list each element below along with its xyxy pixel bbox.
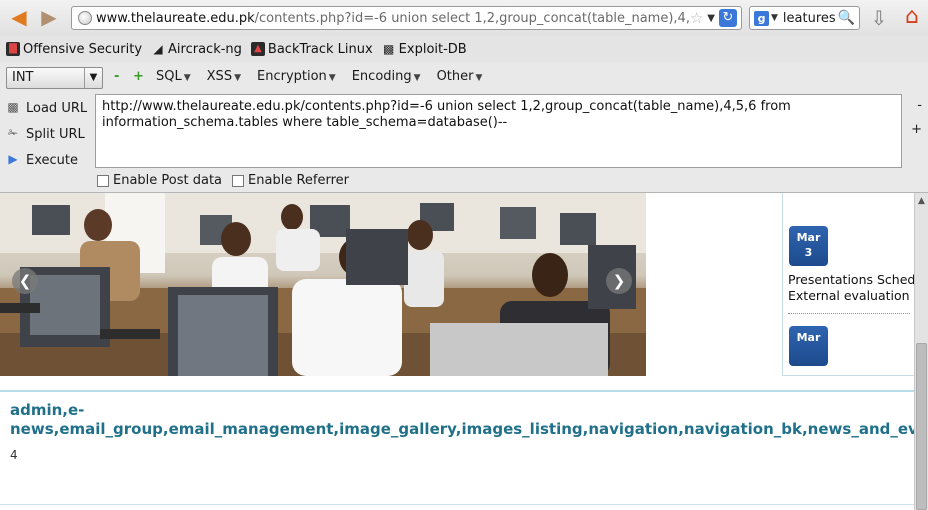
offsec-icon: ▇ [6, 42, 20, 56]
home-icon[interactable]: ⌂ [900, 5, 924, 29]
search-input[interactable]: leatures [783, 11, 838, 26]
back-arrow-icon[interactable]: ◀ [7, 6, 31, 28]
menu-caret-icon: ▼ [183, 73, 191, 83]
forward-arrow-icon[interactable]: ▶ [37, 6, 61, 28]
hackbar-actions: ▩ Load URL ✁ Split URL ▶ Execute [6, 95, 87, 173]
page-viewport: ❮ ❯ Mar 3 Presentations Schedu External … [0, 193, 914, 510]
expand-textarea-button[interactable]: + [911, 122, 922, 137]
injection-result-box: admin,e- news,email_group,email_manageme… [0, 390, 914, 510]
bookmark-aircrack-ng[interactable]: ◢ Aircrack-ng [151, 42, 242, 57]
vertical-scrollbar[interactable]: ▲ [914, 193, 928, 510]
scrollbar-thumb[interactable] [916, 343, 927, 510]
hackbar-menu: SQL ▼ XSS ▼ Encryption ▼ Encoding ▼ Other ▼ [156, 69, 482, 84]
checkbox-box[interactable] [97, 174, 109, 187]
decrement-button[interactable]: - [114, 69, 119, 84]
menu-caret-icon: ▼ [475, 73, 483, 83]
menu-sql[interactable]: SQL ▼ [156, 69, 191, 84]
type-select[interactable]: INT ▼ [6, 67, 103, 89]
split-url-icon: ✁ [7, 126, 19, 140]
menu-other[interactable]: Other ▼ [437, 69, 483, 84]
classroom-photo-illustration [0, 193, 646, 376]
event-title-link[interactable]: Presentations Schedu External evaluation… [788, 272, 914, 304]
bookmark-star-icon[interactable]: ☆ [690, 9, 703, 27]
menu-encryption[interactable]: Encryption ▼ [257, 69, 336, 84]
search-icon[interactable]: 🔍 [838, 10, 855, 26]
divider [788, 313, 910, 314]
execute-button[interactable]: ▶ Execute [6, 147, 87, 173]
search-engine-dropdown-icon[interactable]: ▼ [771, 13, 778, 23]
url-textarea[interactable]: http://www.thelaureate.edu.pk/contents.p… [95, 94, 902, 168]
bookmark-exploit-db[interactable]: ▩ Exploit-DB [382, 42, 467, 57]
load-url-button[interactable]: ▩ Load URL [6, 95, 87, 121]
history-dropdown-icon[interactable]: ▼ [707, 13, 715, 24]
download-icon[interactable]: ⇩ [868, 6, 890, 30]
aircrack-icon: ◢ [153, 42, 163, 56]
bookmark-offensive-security[interactable]: ▇ Offensive Security [6, 42, 142, 57]
google-icon[interactable]: g [754, 10, 769, 26]
slider-next-icon[interactable]: ❯ [606, 268, 632, 294]
reload-icon[interactable]: ↻ [719, 9, 737, 27]
checkbox-box[interactable] [232, 174, 245, 187]
event-date-badge: Mar [789, 326, 828, 366]
shrink-textarea-button[interactable]: - [917, 98, 922, 113]
split-url-button[interactable]: ✁ Split URL [6, 121, 87, 147]
exploitdb-icon: ▩ [383, 42, 395, 56]
events-panel: Mar 3 Presentations Schedu External eval… [782, 193, 914, 376]
load-url-icon: ▩ [7, 100, 19, 114]
menu-encoding[interactable]: Encoding ▼ [352, 69, 421, 84]
enable-referrer-checkbox[interactable]: Enable Referrer [232, 173, 349, 188]
classroom-photo: ❮ ❯ [0, 193, 646, 376]
divider [0, 504, 914, 505]
menu-caret-icon: ▼ [328, 73, 336, 83]
hackbar-panel: INT ▼ - + SQL ▼ XSS ▼ Encryption ▼ Encoding… [0, 62, 928, 193]
hackbar-options: Enable Post data Enable Referrer [97, 173, 349, 188]
slider-prev-icon[interactable]: ❮ [12, 268, 38, 294]
execute-icon: ▶ [8, 152, 18, 166]
event-date-badge: Mar 3 [789, 226, 828, 266]
menu-xss[interactable]: XSS ▼ [207, 69, 241, 84]
menu-caret-icon: ▼ [234, 73, 241, 83]
search-box[interactable]: g ▼ leatures 🔍 [749, 6, 860, 30]
bookmark-backtrack-linux[interactable]: ▲ BackTrack Linux [250, 42, 373, 57]
bookmarks-bar: ▇ Offensive Security ◢ Aircrack-ng ▲ Bac… [0, 36, 928, 62]
address-bar-text[interactable]: www.thelaureate.edu.pk/contents.php?id=-… [96, 11, 690, 26]
result-number: 4 [10, 448, 18, 462]
increment-button[interactable]: + [133, 69, 144, 84]
backtrack-icon: ▲ [250, 42, 265, 56]
scroll-up-icon[interactable]: ▲ [915, 193, 928, 209]
chevron-down-icon: ▼ [84, 68, 102, 88]
address-bar[interactable]: www.thelaureate.edu.pk/contents.php?id=-… [71, 6, 742, 30]
menu-caret-icon: ▼ [413, 73, 421, 83]
globe-icon [78, 11, 92, 25]
enable-post-checkbox[interactable]: Enable Post data [97, 173, 222, 188]
navigation-toolbar: ◀ ▶ www.thelaureate.edu.pk/contents.php?… [0, 0, 928, 36]
injection-result-text: admin,e- news,email_group,email_manageme… [10, 401, 914, 438]
